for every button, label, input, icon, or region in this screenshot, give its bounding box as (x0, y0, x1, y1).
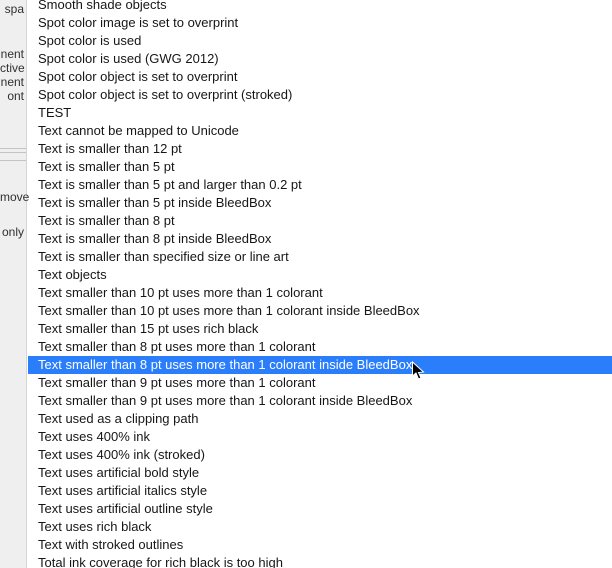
list-item[interactable]: Text uses rich black (28, 518, 612, 536)
list-item[interactable]: Text uses artificial bold style (28, 464, 612, 482)
list-item[interactable]: Text is smaller than 5 pt and larger tha… (28, 176, 612, 194)
list-item[interactable]: Text smaller than 10 pt uses more than 1… (28, 302, 612, 320)
window-root: { "sidebar_fragments": [ { "top": 2, "te… (0, 0, 612, 568)
sidebar-fragment: move (0, 190, 24, 204)
list-item[interactable]: Text used as a clipping path (28, 410, 612, 428)
list-item[interactable]: Smooth shade objects (28, 0, 612, 14)
preflight-check-list[interactable]: Smooth shade objectsSpot color image is … (28, 0, 612, 568)
sidebar-fragment: nent (0, 75, 24, 89)
list-item[interactable]: Text is smaller than specified size or l… (28, 248, 612, 266)
sidebar-fragment: ctive (0, 61, 24, 75)
list-item[interactable]: Text objects (28, 266, 612, 284)
sidebar-fragment: ont (0, 89, 24, 103)
list-item[interactable]: Text uses 400% ink (28, 428, 612, 446)
list-item[interactable]: Text is smaller than 8 pt inside BleedBo… (28, 230, 612, 248)
list-item[interactable]: Spot color is used (28, 32, 612, 50)
list-item[interactable]: Spot color is used (GWG 2012) (28, 50, 612, 68)
list-item[interactable]: Spot color object is set to overprint (28, 68, 612, 86)
list-item[interactable]: Text smaller than 8 pt uses more than 1 … (28, 356, 612, 374)
list-item[interactable]: Text uses 400% ink (stroked) (28, 446, 612, 464)
list-item[interactable]: Text smaller than 9 pt uses more than 1 … (28, 392, 612, 410)
list-item[interactable]: Spot color object is set to overprint (s… (28, 86, 612, 104)
list-item[interactable]: Text smaller than 10 pt uses more than 1… (28, 284, 612, 302)
list-item[interactable]: Text with stroked outlines (28, 536, 612, 554)
list-item[interactable]: Text smaller than 9 pt uses more than 1 … (28, 374, 612, 392)
list-item[interactable]: TEST (28, 104, 612, 122)
sidebar-fragment: spa (0, 2, 24, 16)
sidebar-fragment: only (0, 225, 24, 239)
list-item[interactable]: Total ink coverage for rich black is too… (28, 554, 612, 568)
list-item[interactable]: Text uses artificial italics style (28, 482, 612, 500)
list-item[interactable]: Text is smaller than 12 pt (28, 140, 612, 158)
list-item[interactable]: Text smaller than 15 pt uses rich black (28, 320, 612, 338)
list-item[interactable]: Text cannot be mapped to Unicode (28, 122, 612, 140)
list-item[interactable]: Spot color image is set to overprint (28, 14, 612, 32)
sidebar-panel: spanentctivenentontmoveonly (0, 0, 27, 568)
list-item[interactable]: Text uses artificial outline style (28, 500, 612, 518)
list-item[interactable]: Text is smaller than 5 pt (28, 158, 612, 176)
list-item[interactable]: Text is smaller than 5 pt inside BleedBo… (28, 194, 612, 212)
list-item[interactable]: Text smaller than 8 pt uses more than 1 … (28, 338, 612, 356)
sidebar-fragment: nent (0, 47, 24, 61)
list-item[interactable]: Text is smaller than 8 pt (28, 212, 612, 230)
